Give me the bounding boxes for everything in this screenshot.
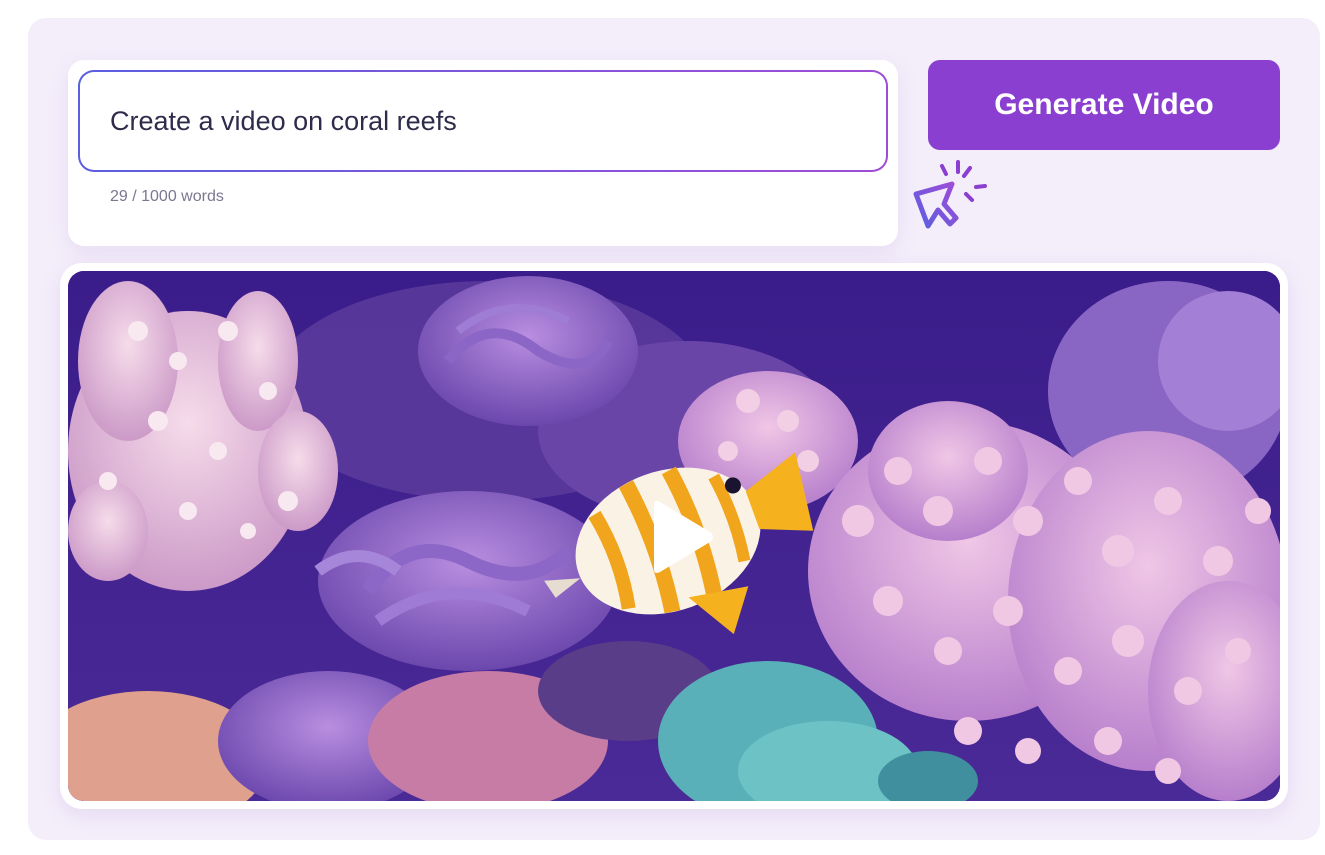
video-player[interactable] xyxy=(68,271,1280,801)
word-count: 29 / 1000 words xyxy=(110,188,224,205)
prompt-input-border: Create a video on coral reefs xyxy=(78,70,888,172)
play-icon[interactable] xyxy=(646,499,716,575)
cursor-click-icon xyxy=(913,160,987,229)
video-frame xyxy=(60,263,1288,809)
prompt-card: Create a video on coral reefs 29 / 1000 … xyxy=(68,60,898,246)
prompt-input[interactable]: Create a video on coral reefs xyxy=(80,72,886,170)
generate-video-button[interactable]: Generate Video xyxy=(928,60,1280,150)
